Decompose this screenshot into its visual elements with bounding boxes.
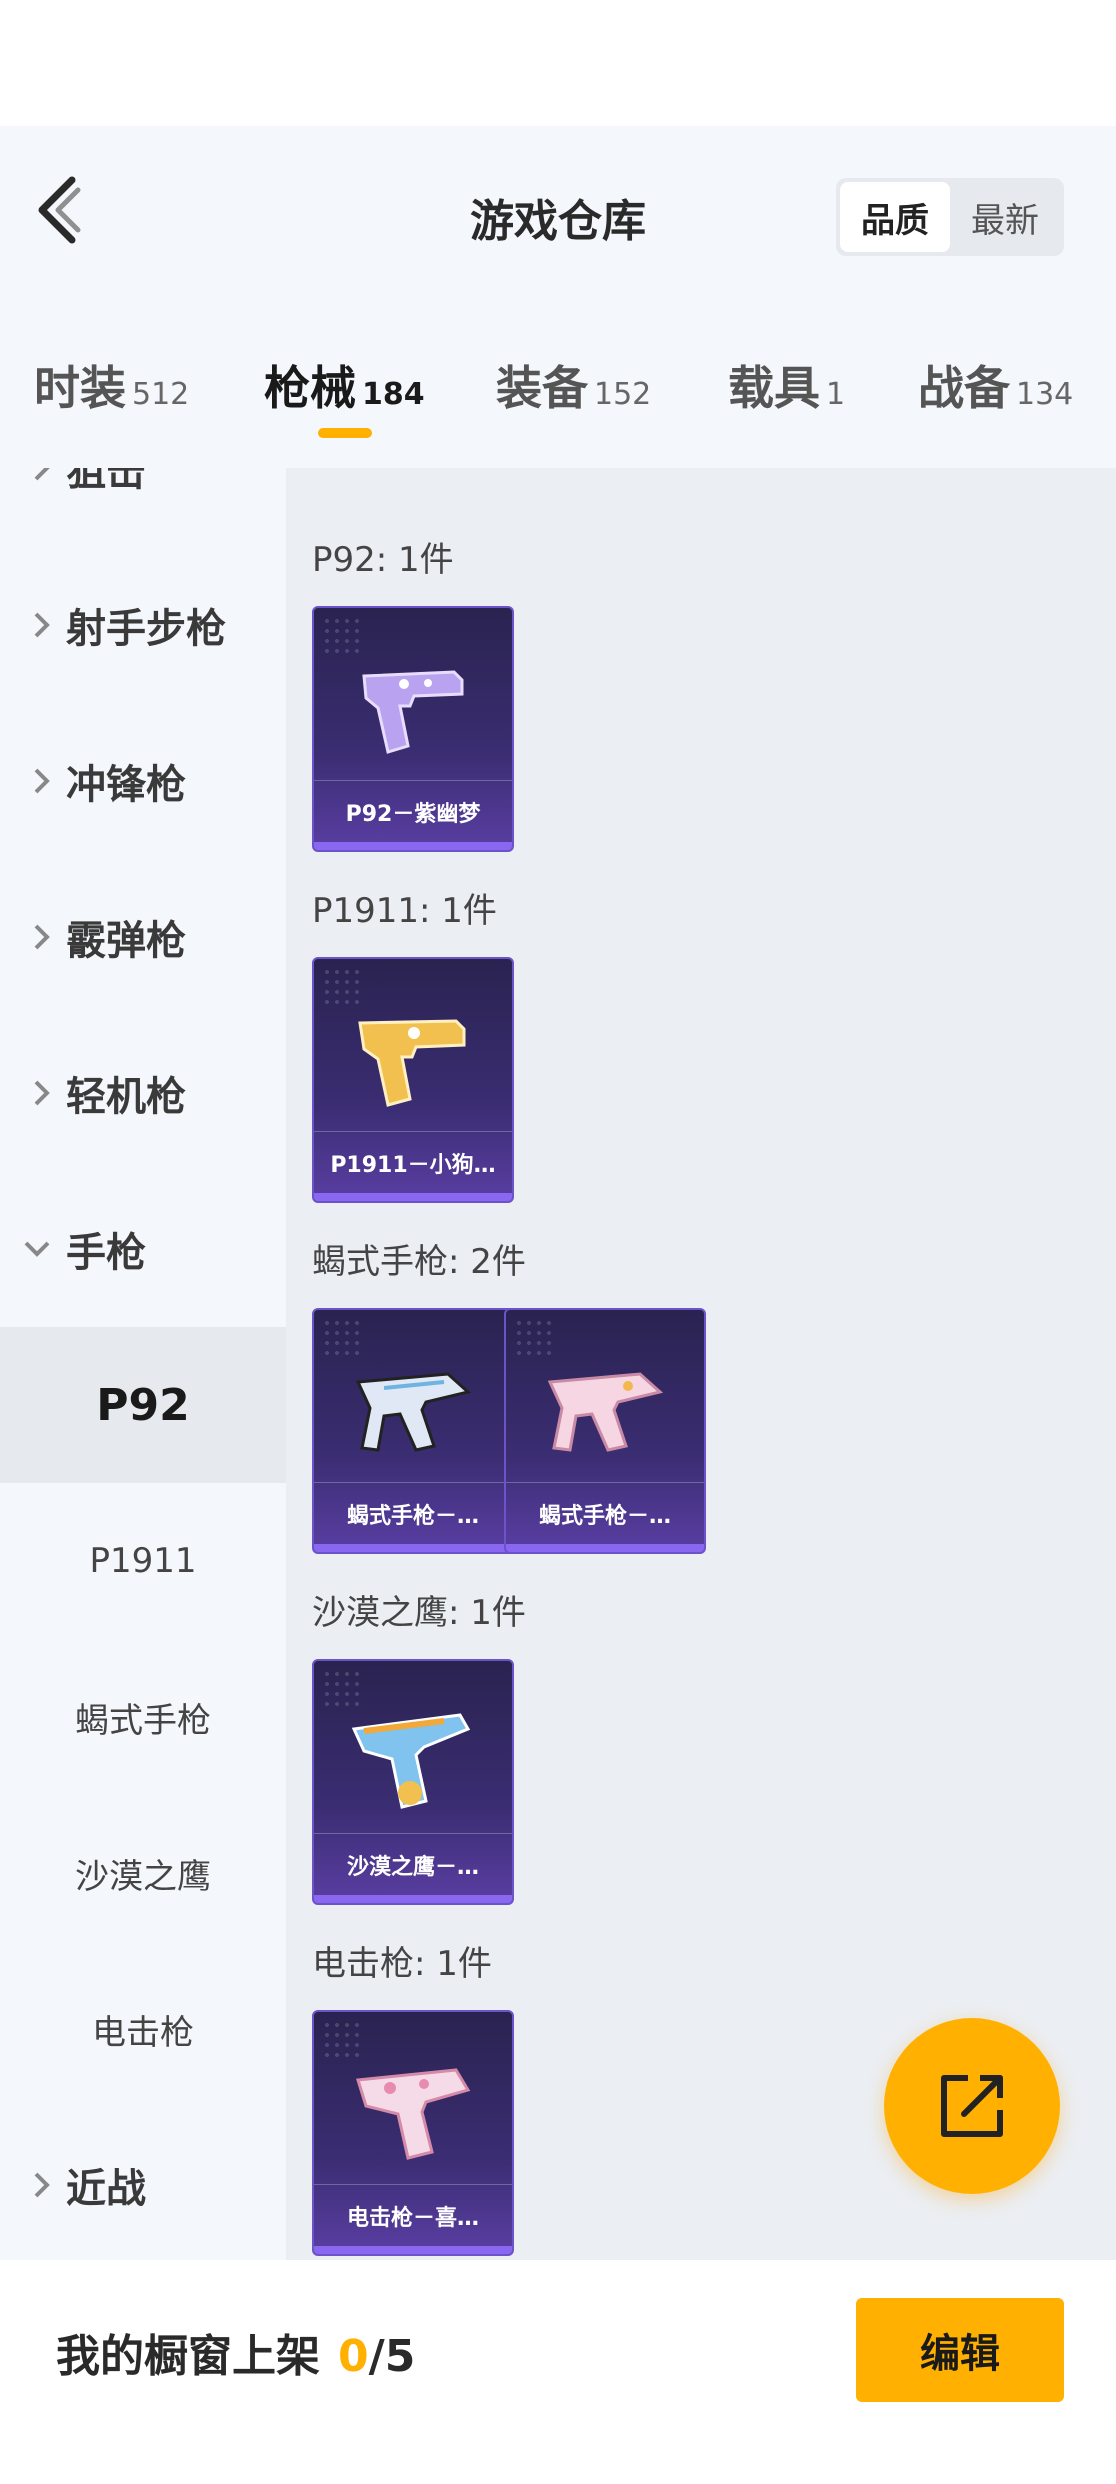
edit-button[interactable]: 编辑 <box>856 2298 1064 2402</box>
item-name: P1911－小狗… <box>314 1131 512 1193</box>
item-name: 蝎式手枪－… <box>314 1482 512 1544</box>
sidebar-subitem-p92[interactable]: P92 <box>0 1327 286 1483</box>
shelf-label: 我的橱窗上架 <box>56 2331 320 2382</box>
sidebar-subitem-scorpion[interactable]: 蝎式手枪 <box>0 1639 286 1795</box>
group-title: 电击枪: 1件 <box>312 1944 492 1984</box>
water-gun-icon <box>351 1713 471 1809</box>
tab-label: 装备 <box>496 361 588 415</box>
group-title: 蝎式手枪: 2件 <box>312 1242 526 1282</box>
tab-count: 134 <box>1016 377 1074 412</box>
sidebar-item-label: 冲锋枪 <box>66 762 186 808</box>
group-title: 沙漠之鹰: 1件 <box>312 1593 526 1633</box>
sidebar-item-lmg[interactable]: 轻机枪 <box>0 1015 286 1171</box>
shelf-status: 我的橱窗上架 0 /5 <box>56 2320 415 2384</box>
tab-label: 时装 <box>34 361 126 415</box>
chevron-right-icon <box>34 1080 50 1106</box>
external-link-icon <box>941 2075 1003 2137</box>
sidebar-item-label: 轻机枪 <box>66 1074 186 1120</box>
sidebar-item-pistol[interactable]: 手枪 <box>0 1171 286 1327</box>
sidebar-item-label: 射手步枪 <box>66 606 226 652</box>
sidebar-item-label: 霰弹枪 <box>66 918 186 964</box>
item-grid[interactable]: P92: 1件 P92－紫幽梦 P1911: 1件 P1911－小狗… 蝎式手枪… <box>286 468 1116 2260</box>
item-name: P92－紫幽梦 <box>314 780 512 842</box>
tab-vehicles[interactable]: 载具 1 <box>728 340 845 450</box>
category-tabs: 时装 512 枪械 184 装备 152 载具 1 战备 134 <box>0 340 1116 450</box>
tab-count: 152 <box>594 377 652 412</box>
shelf-total: /5 <box>368 2331 416 2382</box>
chevron-right-icon <box>34 768 50 794</box>
gold-pistol-icon <box>358 1019 466 1107</box>
item-name: 沙漠之鹰－… <box>314 1833 512 1895</box>
shelf-count: 0 <box>338 2331 369 2382</box>
active-tab-indicator <box>318 428 372 438</box>
tab-count: 184 <box>362 377 425 412</box>
tab-equipment[interactable]: 装备 152 <box>496 340 651 450</box>
sidebar-subitem-p1911[interactable]: P1911 <box>0 1483 286 1639</box>
item-card[interactable]: P1911－小狗… <box>312 957 514 1203</box>
purple-pistol-icon <box>362 670 464 754</box>
sidebar-item-melee[interactable]: 近战 <box>0 2107 286 2260</box>
item-card[interactable]: 蝎式手枪－… <box>504 1308 706 1554</box>
sidebar-item-label: 近战 <box>66 2166 146 2212</box>
item-card[interactable]: P92－紫幽梦 <box>312 606 514 852</box>
chevron-right-icon <box>34 468 50 481</box>
tab-label: 载具 <box>728 361 820 415</box>
chevron-left-icon <box>38 176 81 244</box>
sidebar-item-label: 狙击 <box>66 468 146 495</box>
smg-pistol-icon <box>355 1372 472 1452</box>
tab-fashion[interactable]: 时装 512 <box>34 340 189 450</box>
taser-icon <box>356 2068 471 2160</box>
tab-label: 枪械 <box>264 361 356 415</box>
item-name: 电击枪－喜… <box>314 2184 512 2246</box>
item-card[interactable]: 蝎式手枪－… <box>312 1308 514 1554</box>
chevron-down-icon <box>24 1241 50 1257</box>
sidebar-item-marksman-rifle[interactable]: 射手步枪 <box>0 547 286 703</box>
sidebar-item-smg[interactable]: 冲锋枪 <box>0 703 286 859</box>
group-title: P92: 1件 <box>312 540 454 580</box>
item-card[interactable]: 电击枪－喜… <box>312 2010 514 2256</box>
tab-supplies[interactable]: 战备 134 <box>918 340 1073 450</box>
chevron-right-icon <box>34 924 50 950</box>
group-title: P1911: 1件 <box>312 891 497 931</box>
item-name: 蝎式手枪－… <box>506 1482 704 1544</box>
sidebar[interactable]: 狙击 射手步枪 冲锋枪 霰弹枪 轻机枪 手枪 P92 P1911 蝎式手枪 沙漠… <box>0 468 286 2260</box>
sidebar-item-sniper-partial[interactable]: 狙击 <box>0 468 286 546</box>
tab-count: 1 <box>826 377 846 412</box>
sidebar-item-shotgun[interactable]: 霰弹枪 <box>0 859 286 1015</box>
sidebar-subitem-desert-eagle[interactable]: 沙漠之鹰 <box>0 1795 286 1951</box>
tab-label: 战备 <box>918 361 1010 415</box>
status-bar <box>0 0 1116 126</box>
share-button[interactable] <box>884 2018 1060 2194</box>
chevron-right-icon <box>34 2172 50 2198</box>
tab-count: 512 <box>132 377 190 412</box>
sidebar-subitem-taser[interactable]: 电击枪 <box>0 1951 286 2107</box>
item-card[interactable]: 沙漠之鹰－… <box>312 1659 514 1905</box>
sort-quality-button[interactable]: 品质 <box>840 182 950 252</box>
sidebar-item-label: 手枪 <box>66 1230 146 1276</box>
pink-smg-pistol-icon <box>547 1372 664 1452</box>
sort-toggle: 品质 最新 <box>836 178 1064 256</box>
back-button[interactable] <box>30 170 90 250</box>
sort-newest-button[interactable]: 最新 <box>950 182 1060 252</box>
chevron-right-icon <box>34 612 50 638</box>
